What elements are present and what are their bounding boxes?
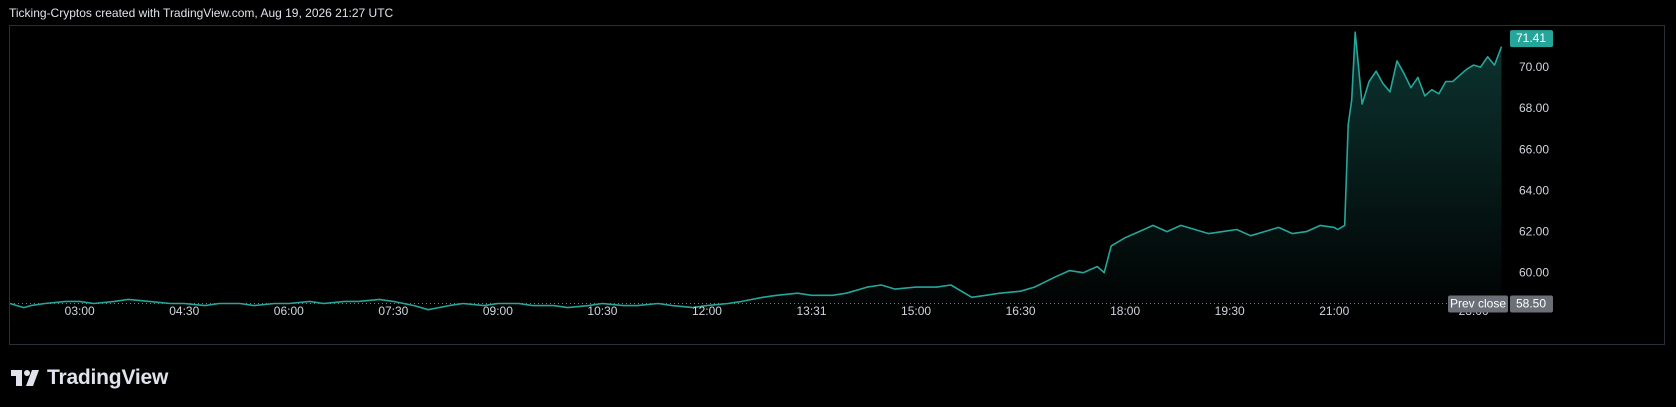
- tradingview-brand[interactable]: TradingView: [11, 366, 168, 390]
- x-tick-label: 15:00: [901, 304, 931, 318]
- y-tick-label: 60.00: [1519, 266, 1549, 280]
- x-tick-label: 16:30: [1006, 304, 1036, 318]
- x-tick-label: 06:00: [274, 304, 304, 318]
- y-tick-label: 66.00: [1519, 142, 1549, 156]
- x-tick-label: 21:00: [1319, 304, 1349, 318]
- y-tick-label: 70.00: [1519, 60, 1549, 74]
- y-tick-label: 68.00: [1519, 101, 1549, 115]
- x-tick-label: 04:30: [169, 304, 199, 318]
- x-tick-label: 07:30: [378, 304, 408, 318]
- x-tick-label: 19:30: [1215, 304, 1245, 318]
- prev-close-value-label: 58.50: [1516, 297, 1546, 311]
- price-area-fill: [10, 32, 1502, 322]
- x-tick-label: 09:00: [483, 304, 513, 318]
- x-tick-label: 13:31: [796, 304, 826, 318]
- last-price-label: 71.41: [1516, 31, 1546, 45]
- x-tick-label: 10:30: [587, 304, 617, 318]
- brand-name: TradingView: [47, 366, 169, 389]
- x-tick-label: 12:00: [692, 304, 722, 318]
- x-tick-label: 03:00: [65, 304, 95, 318]
- y-tick-label: 64.00: [1519, 183, 1549, 197]
- y-tick-label: 62.00: [1519, 225, 1549, 239]
- prev-close-text: Prev close: [1450, 297, 1506, 311]
- x-tick-label: 18:00: [1110, 304, 1140, 318]
- tradingview-logo-icon: [11, 370, 41, 386]
- price-chart[interactable]: 03:00 04:30 06:00 07:30 09:00 10:30 12:00 13:31…: [0, 0, 1676, 407]
